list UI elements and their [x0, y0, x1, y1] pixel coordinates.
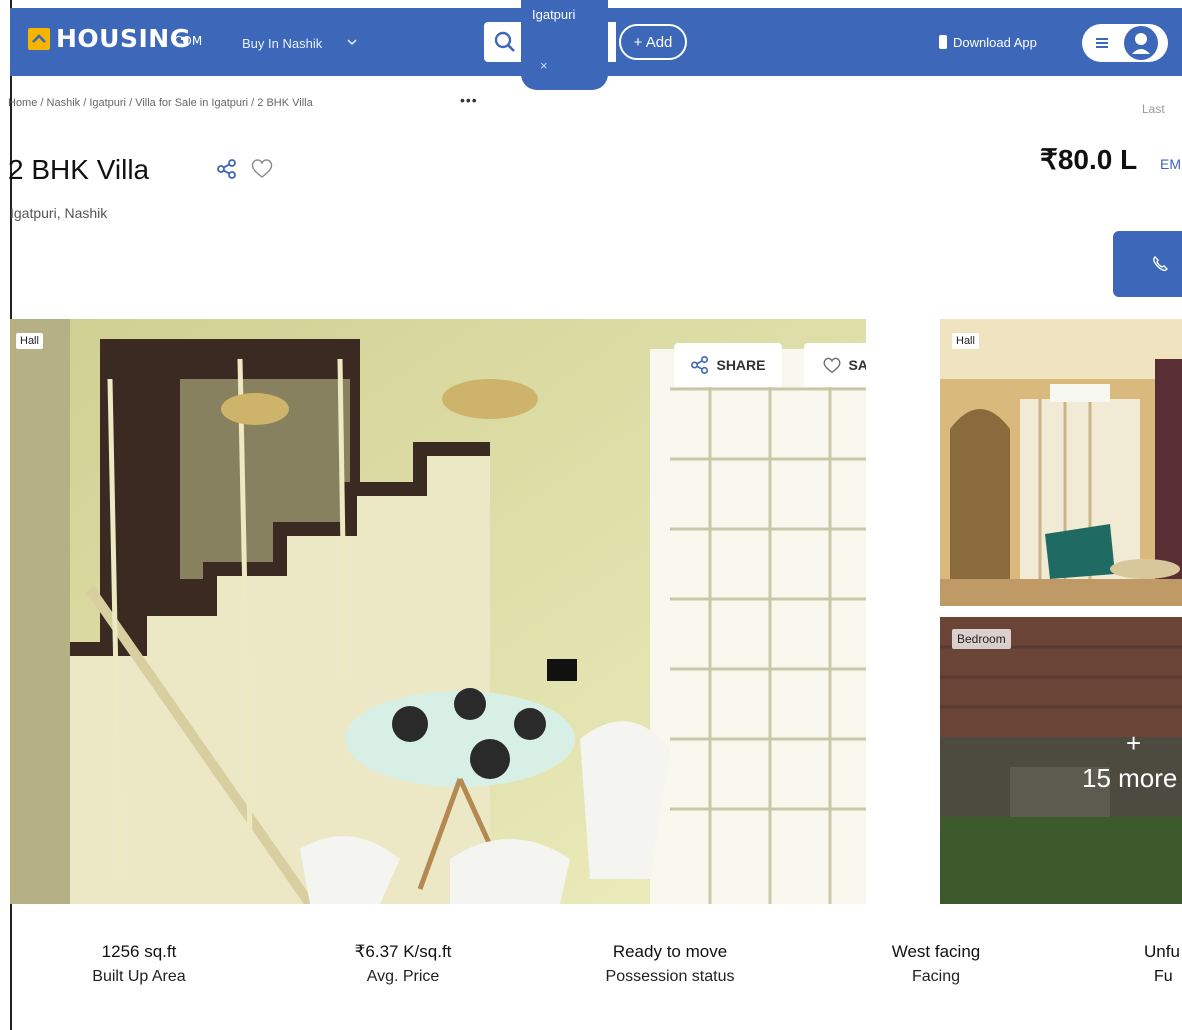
thumbnail-hall[interactable]: Hall: [940, 319, 1182, 606]
heart-icon: [823, 357, 841, 374]
breadcrumb-more-button[interactable]: •••: [460, 92, 478, 108]
menu-icon[interactable]: [1092, 33, 1112, 58]
main-photo[interactable]: Hall SHARE SAVE: [10, 319, 866, 904]
breadcrumb-nashik[interactable]: Nashik: [47, 97, 81, 109]
heart-icon[interactable]: [250, 157, 274, 184]
stat-value: West facing: [891, 942, 981, 961]
download-app-label: Download App: [953, 34, 1037, 50]
breadcrumb-home[interactable]: Home: [8, 97, 37, 109]
breadcrumb-igatpuri[interactable]: Igatpuri: [89, 97, 126, 109]
stat-label: Fu: [1154, 968, 1173, 985]
listing-location: Igatpuri, Nashik: [10, 205, 108, 221]
breadcrumb: Home / Nashik / Igatpuri / Villa for Sal…: [8, 97, 313, 109]
stat-built-up-area: 1256 sq.ft Built Up Area: [29, 942, 249, 986]
breadcrumb-current: 2 BHK Villa: [257, 97, 313, 109]
logo-suffix: COM: [174, 34, 203, 48]
photo-save-button[interactable]: SAVE: [804, 343, 866, 387]
photo-share-button[interactable]: SHARE: [674, 343, 782, 387]
user-avatar-icon[interactable]: [1124, 26, 1158, 60]
share-icon: [691, 356, 709, 374]
breadcrumb-villa-for-sale[interactable]: Villa for Sale in Igatpuri: [135, 97, 248, 109]
chevron-down-icon[interactable]: [346, 36, 358, 50]
photo-tag-bedroom: Bedroom: [952, 629, 1011, 649]
stat-value: ₹6.37 K/sq.ft: [354, 942, 452, 961]
stat-label: Facing: [911, 968, 961, 985]
photo-hall-dining: [10, 319, 866, 904]
buy-in-city-dropdown[interactable]: Buy In Nashik: [242, 36, 322, 51]
photo-save-label: SAVE: [848, 357, 866, 373]
listing-title: 2 BHK Villa: [8, 154, 150, 185]
house-logo-icon[interactable]: [28, 28, 50, 50]
stat-label: Avg. Price: [366, 968, 440, 985]
search-button[interactable]: [484, 22, 524, 62]
stat-value: Ready to move: [612, 942, 728, 961]
emi-link[interactable]: EM: [1160, 156, 1181, 172]
listing-price: ₹80.0 L: [1040, 144, 1138, 175]
stat-label: Possession status: [605, 968, 735, 985]
remove-location-button[interactable]: ×: [540, 58, 548, 73]
more-photos-plus: +: [1126, 728, 1142, 758]
photo-bedroom: [940, 617, 1182, 904]
search-input[interactable]: [608, 22, 616, 62]
stat-value: 1256 sq.ft: [101, 942, 177, 961]
search-icon: [494, 31, 515, 52]
stat-label: Built Up Area: [92, 968, 186, 985]
photo-hall-living: [940, 319, 1182, 606]
phone-icon: [939, 35, 947, 49]
stat-avg-price: ₹6.37 K/sq.ft Avg. Price: [293, 942, 513, 986]
stat-value: Unfu: [1144, 942, 1180, 961]
last-updated-label: Last: [1142, 102, 1165, 116]
photo-share-label: SHARE: [716, 357, 766, 373]
stat-possession: Ready to move Possession status: [560, 942, 780, 986]
thumbnail-bedroom-more[interactable]: Bedroom: [940, 617, 1182, 904]
more-photos-label[interactable]: 15 more: [1082, 763, 1177, 794]
selected-location-label: Igatpuri: [532, 7, 576, 22]
contact-button[interactable]: [1113, 231, 1182, 297]
logo-text[interactable]: HOUSING: [56, 24, 191, 53]
download-app-link[interactable]: Download App: [938, 34, 1037, 50]
add-location-button[interactable]: + Add: [619, 24, 687, 60]
photo-tag-hall: Hall: [16, 333, 43, 349]
stat-facing: West facing Facing: [826, 942, 1046, 986]
photo-tag-hall-2: Hall: [952, 333, 979, 349]
share-icon[interactable]: [216, 158, 238, 185]
stat-furnishing: Unfu Fu: [1144, 942, 1182, 986]
call-icon: [1153, 256, 1168, 272]
